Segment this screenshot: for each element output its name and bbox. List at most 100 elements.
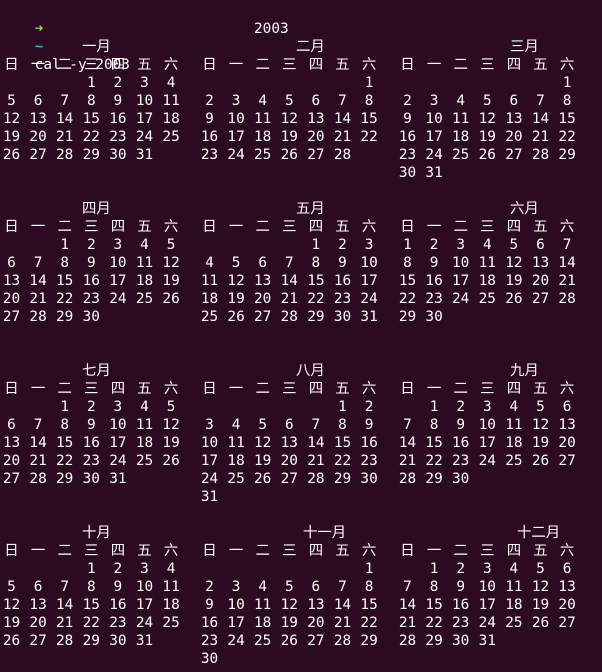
day-cell: 13 (2, 273, 21, 289)
day-cell: 7 (60, 93, 70, 109)
day-cell: 4 (509, 561, 519, 577)
day-cell: 23 (425, 291, 443, 307)
weekday-label: 四 (110, 381, 126, 397)
weekday-label: 二 (255, 57, 270, 73)
day-cell: 27 (280, 471, 298, 487)
day-cell: 20 (558, 435, 576, 451)
day-cell: 1 (364, 561, 374, 577)
day-cell: 16 (452, 435, 470, 451)
day-cell: 20 (254, 291, 272, 307)
day-cell: 23 (333, 291, 352, 307)
weekday-label: 二 (453, 543, 468, 559)
day-cell: 17 (227, 615, 245, 631)
weekday-label: 六 (559, 219, 575, 235)
day-cell: 12 (254, 435, 272, 451)
weekday-label: 一 (426, 381, 442, 397)
day-cell: 9 (113, 93, 123, 109)
weekday-label: 日 (400, 381, 415, 397)
weekday-label: 日 (400, 543, 415, 559)
day-cell: 24 (227, 147, 245, 163)
day-cell: 22 (425, 453, 443, 469)
day-cell: 25 (505, 615, 523, 631)
day-cell: 25 (162, 129, 180, 145)
day-cell: 1 (338, 399, 347, 415)
day-cell: 19 (478, 129, 496, 145)
day-cell: 28 (398, 633, 417, 649)
day-cell: 28 (531, 147, 550, 163)
weekday-label: 三 (480, 543, 495, 559)
day-cell: 13 (280, 435, 298, 451)
day-cell: 21 (333, 615, 352, 631)
day-cell: 10 (452, 255, 470, 271)
day-cell: 1 (311, 237, 321, 253)
weekday-label: 五 (533, 543, 548, 559)
day-cell: 15 (360, 597, 378, 613)
year-title: 2003 (254, 21, 289, 37)
day-cell: 1 (562, 75, 572, 91)
weekday-label: 六 (559, 543, 575, 559)
day-cell: 11 (162, 579, 180, 595)
month-title: 十二月 (517, 525, 561, 541)
day-cell: 21 (398, 453, 417, 469)
day-cell: 5 (166, 399, 176, 415)
day-cell: 10 (109, 417, 127, 433)
day-cell: 21 (56, 129, 74, 145)
day-cell: 25 (135, 291, 154, 307)
day-cell: 18 (254, 615, 272, 631)
day-cell: 20 (2, 291, 21, 307)
day-cell: 26 (227, 309, 245, 325)
day-cell: 16 (109, 111, 127, 127)
weekday-label: 日 (400, 219, 415, 235)
prompt-arrow-icon: ➜ (34, 21, 44, 37)
day-cell: 23 (109, 615, 127, 631)
weekday-label: 四 (110, 57, 126, 73)
day-cell: 2 (364, 399, 374, 415)
day-cell: 20 (558, 597, 576, 613)
day-cell: 26 (2, 633, 21, 649)
day-cell: 8 (364, 579, 374, 595)
day-cell: 1 (86, 75, 96, 91)
day-cell: 30 (333, 309, 352, 325)
day-cell: 7 (338, 579, 347, 595)
day-cell: 7 (536, 93, 545, 109)
day-cell: 25 (254, 633, 272, 649)
day-cell: 17 (360, 273, 378, 289)
day-cell: 14 (333, 111, 352, 127)
day-cell: 4 (140, 237, 149, 253)
day-cell: 14 (307, 435, 325, 451)
day-cell: 23 (200, 633, 219, 649)
day-cell: 13 (254, 273, 272, 289)
weekday-label: 一 (228, 57, 244, 73)
day-cell: 7 (338, 93, 347, 109)
day-cell: 17 (109, 435, 127, 451)
day-cell: 23 (200, 147, 219, 163)
weekday-label: 五 (137, 219, 152, 235)
weekday-label: 一 (30, 381, 46, 397)
day-cell: 10 (227, 111, 245, 127)
day-cell: 15 (558, 111, 576, 127)
weekday-label: 四 (308, 57, 324, 73)
day-cell: 18 (135, 273, 154, 289)
day-cell: 3 (113, 237, 123, 253)
day-cell: 9 (338, 255, 347, 271)
day-cell: 22 (82, 615, 100, 631)
weekday-label: 五 (335, 219, 350, 235)
day-cell: 7 (562, 237, 572, 253)
day-cell: 22 (360, 615, 378, 631)
day-cell: 26 (478, 147, 496, 163)
weekday-label: 三 (282, 381, 297, 397)
day-cell: 6 (562, 399, 572, 415)
weekday-label: 日 (4, 543, 19, 559)
day-cell: 19 (280, 129, 298, 145)
day-cell: 10 (425, 111, 443, 127)
terminal-window[interactable]: ➜ ~ cal -y 2003 2003 一月日一二三四五六 1 2 3 4 5 6 7 8 9 1… (0, 0, 602, 672)
day-cell: 18 (505, 597, 523, 613)
day-cell: 25 (135, 453, 154, 469)
day-cell: 24 (452, 291, 470, 307)
day-cell: 28 (333, 633, 352, 649)
day-cell: 22 (307, 291, 325, 307)
day-cell: 18 (254, 129, 272, 145)
weekday-label: 二 (57, 381, 72, 397)
day-cell: 15 (360, 111, 378, 127)
day-cell: 26 (254, 471, 272, 487)
